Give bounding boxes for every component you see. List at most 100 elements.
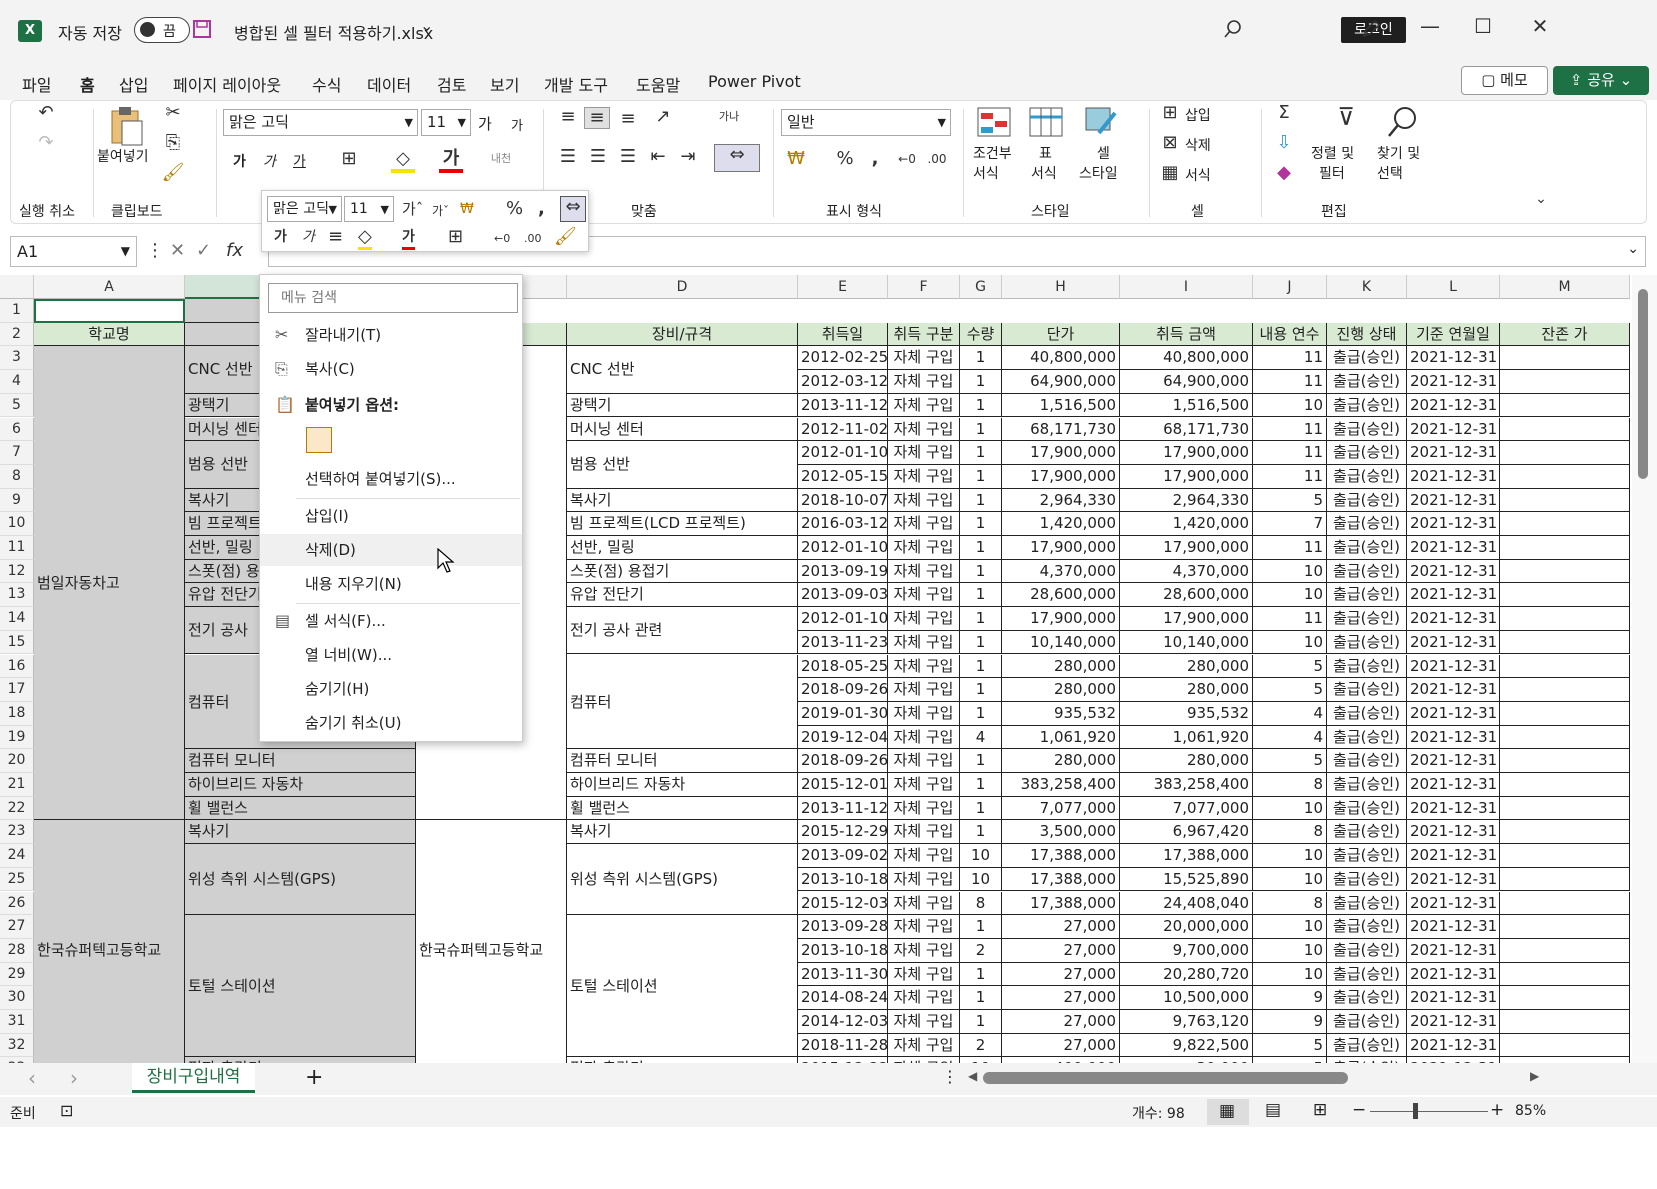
table-cell[interactable]: 출급(승인) bbox=[1327, 701, 1407, 726]
table-cell[interactable]: 8 bbox=[960, 891, 1002, 916]
table-cell[interactable]: 11 bbox=[1253, 346, 1327, 371]
cell-equipment-d[interactable]: 스폿(점) 용접기 bbox=[567, 559, 798, 584]
row-header[interactable]: 10 bbox=[0, 512, 34, 536]
table-cell[interactable]: 2021-12-31 bbox=[1407, 962, 1500, 987]
table-cell[interactable]: 2 bbox=[960, 938, 1002, 963]
zoom-in-icon[interactable]: + bbox=[1490, 1100, 1504, 1120]
table-cell[interactable] bbox=[1500, 441, 1630, 465]
table-cell[interactable]: 68,171,730 bbox=[1002, 417, 1120, 442]
cell-a1[interactable] bbox=[34, 299, 185, 323]
table-cell[interactable]: 3,500,000 bbox=[1002, 820, 1120, 845]
table-cell[interactable]: 출급(승인) bbox=[1327, 488, 1407, 513]
table-cell[interactable]: 출급(승인) bbox=[1327, 417, 1407, 442]
table-cell[interactable] bbox=[1500, 607, 1630, 631]
cell-equipment-d[interactable]: 토털 스테이션 bbox=[567, 915, 798, 1058]
table-cell[interactable]: 11 bbox=[1253, 370, 1327, 394]
table-cell[interactable] bbox=[1500, 370, 1630, 394]
table-cell[interactable] bbox=[1500, 867, 1630, 892]
table-cell[interactable]: 출급(승인) bbox=[1327, 346, 1407, 371]
table-cell[interactable]: 자체 구입 bbox=[888, 464, 960, 489]
table-cell[interactable]: 1 bbox=[960, 962, 1002, 987]
row-header[interactable]: 16 bbox=[0, 654, 34, 679]
tab-home[interactable]: 홈 bbox=[80, 72, 95, 104]
align-middle-icon[interactable]: ≡ bbox=[584, 107, 610, 129]
table-cell[interactable]: 2018-09-26 bbox=[798, 749, 888, 773]
table-cell[interactable]: 1 bbox=[960, 654, 1002, 679]
cell-equipment-d[interactable]: 광택기 bbox=[567, 393, 798, 418]
row-header[interactable]: 13 bbox=[0, 583, 34, 608]
table-cell[interactable]: 자체 구입 bbox=[888, 393, 960, 418]
cell-equipment-b[interactable]: 복사기 bbox=[185, 820, 416, 845]
table-cell[interactable]: 2015-12-01 bbox=[798, 773, 888, 797]
table-cell[interactable]: 출급(승인) bbox=[1327, 441, 1407, 465]
table-cell[interactable]: 20,000,000 bbox=[1120, 915, 1253, 939]
cut-icon[interactable]: ✂ bbox=[161, 103, 185, 123]
align-right-icon[interactable]: ☰ bbox=[616, 147, 640, 167]
cell-equipment-b[interactable]: 휠 밸런스 bbox=[185, 796, 416, 821]
table-cell[interactable]: 2021-12-31 bbox=[1407, 891, 1500, 916]
font-shrink-button[interactable]: 가 bbox=[511, 115, 523, 134]
table-cell[interactable]: 7,077,000 bbox=[1120, 796, 1253, 821]
mini-align-center-icon[interactable]: ≡ bbox=[328, 227, 343, 247]
table-cell[interactable]: 출급(승인) bbox=[1327, 464, 1407, 489]
table-cell[interactable]: 17,900,000 bbox=[1002, 464, 1120, 489]
table-cell[interactable]: 8 bbox=[1253, 773, 1327, 797]
cell-equipment-d[interactable]: 하이브리드 자동차 bbox=[567, 773, 798, 797]
mini-percent-icon[interactable]: % bbox=[506, 199, 523, 219]
table-cell[interactable]: 2015-12-03 bbox=[798, 891, 888, 916]
tab-insert[interactable]: 삽입 bbox=[119, 72, 148, 96]
find-select-label-2[interactable]: 선택 bbox=[1377, 163, 1403, 183]
table-cell[interactable]: 40,800,000 bbox=[1002, 346, 1120, 371]
table-cell[interactable]: 9 bbox=[1253, 986, 1327, 1010]
table-cell[interactable] bbox=[1500, 701, 1630, 726]
table-cell[interactable]: 17,900,000 bbox=[1002, 607, 1120, 631]
table-cell[interactable]: 1 bbox=[960, 749, 1002, 773]
filename-chevron-icon[interactable]: ⌄ bbox=[420, 16, 433, 35]
file-name[interactable]: 병합된 셀 필터 적용하기.xlsx bbox=[234, 20, 433, 44]
table-cell[interactable]: 935,532 bbox=[1120, 701, 1253, 726]
table-cell[interactable]: 280,000 bbox=[1002, 678, 1120, 702]
cell-equipment-d[interactable]: 복사기 bbox=[567, 488, 798, 513]
row-header[interactable]: 7 bbox=[0, 441, 34, 465]
table-cell[interactable]: 2021-12-31 bbox=[1407, 844, 1500, 868]
table-cell[interactable]: 2012-02-25 bbox=[798, 346, 888, 371]
table-cell[interactable]: 1 bbox=[960, 346, 1002, 371]
sheet-next-icon[interactable]: › bbox=[70, 1066, 78, 1090]
table-cell[interactable] bbox=[1500, 346, 1630, 371]
cell-equipment-d[interactable]: 컴퓨터 모니터 bbox=[567, 749, 798, 773]
table-cell[interactable]: 2021-12-31 bbox=[1407, 1033, 1500, 1058]
format-painter-icon[interactable]: 🖌 bbox=[161, 163, 185, 183]
autosave-toggle[interactable]: 끔 bbox=[134, 17, 190, 43]
table-cell[interactable]: 1 bbox=[960, 536, 1002, 560]
table-cell[interactable]: 280,000 bbox=[1120, 749, 1253, 773]
table-cell[interactable] bbox=[1500, 915, 1630, 939]
column-header-l[interactable]: L bbox=[1407, 275, 1500, 299]
table-cell[interactable]: 10 bbox=[1253, 938, 1327, 963]
cancel-icon[interactable]: ✕ bbox=[170, 240, 185, 261]
table-cell[interactable]: 자체 구입 bbox=[888, 678, 960, 702]
table-cell[interactable]: 2021-12-31 bbox=[1407, 512, 1500, 536]
table-cell[interactable]: 2021-12-31 bbox=[1407, 654, 1500, 679]
table-cell[interactable]: 자체 구입 bbox=[888, 725, 960, 750]
table-cell[interactable]: 1 bbox=[960, 607, 1002, 631]
table-cell[interactable]: 1,516,500 bbox=[1120, 393, 1253, 418]
table-cell[interactable]: 출급(승인) bbox=[1327, 678, 1407, 702]
accessibility-icon[interactable]: ⊡ bbox=[60, 1101, 73, 1120]
table-cell[interactable] bbox=[1500, 749, 1630, 773]
table-cell[interactable]: 자체 구입 bbox=[888, 441, 960, 465]
menu-search-input[interactable]: 메뉴 검색 bbox=[268, 283, 518, 313]
table-cell[interactable]: 2021-12-31 bbox=[1407, 559, 1500, 584]
table-cell[interactable]: 1 bbox=[960, 512, 1002, 536]
table-cell[interactable]: 출급(승인) bbox=[1327, 1033, 1407, 1058]
add-sheet-button[interactable]: + bbox=[305, 1065, 323, 1090]
table-cell[interactable]: 자체 구입 bbox=[888, 654, 960, 679]
mini-font-size-combo[interactable]: 11 ▼ bbox=[344, 196, 394, 222]
row-header[interactable]: 20 bbox=[0, 749, 34, 773]
table-cell[interactable]: 2021-12-31 bbox=[1407, 986, 1500, 1010]
table-cell[interactable]: 8 bbox=[1253, 891, 1327, 916]
table-cell[interactable]: 2019-12-04 bbox=[798, 725, 888, 750]
column-header-g[interactable]: G bbox=[960, 275, 1002, 299]
cell-equipment-d[interactable]: 위성 측위 시스템(GPS) bbox=[567, 844, 798, 916]
mini-grow-font-icon[interactable]: 가ˆ bbox=[402, 199, 423, 219]
mini-borders-icon[interactable]: ⊞ bbox=[448, 227, 463, 247]
